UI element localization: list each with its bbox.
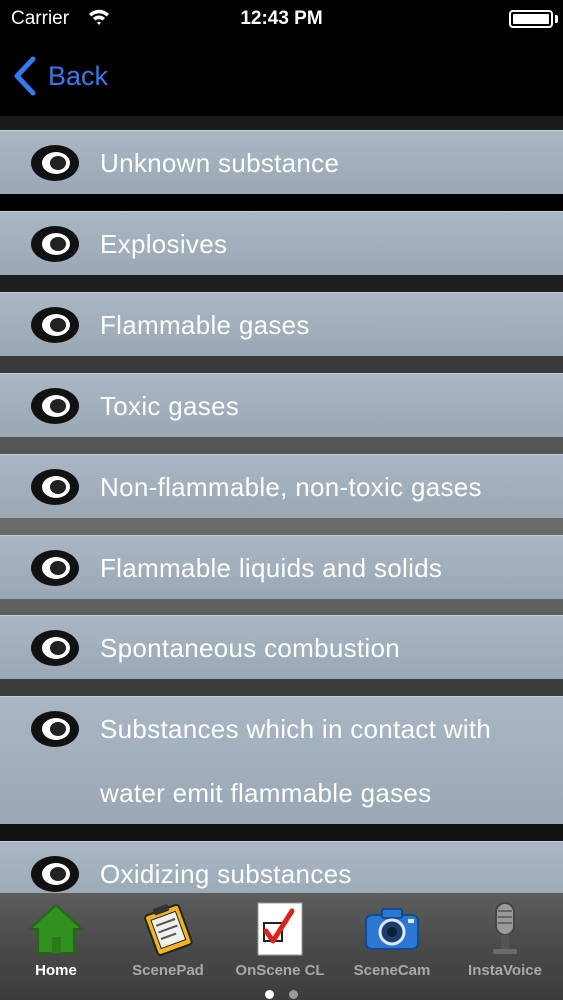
list-item-flammable-gases[interactable]: Flammable gases	[0, 292, 563, 356]
status-bar: Carrier 12:43 PM	[0, 0, 563, 40]
list-item-label: Flammable liquids and solids	[100, 553, 443, 583]
tab-label: InstaVoice	[468, 962, 542, 979]
list-separator	[0, 275, 563, 292]
eye-icon	[31, 307, 79, 343]
eye-icon	[31, 145, 79, 181]
eye-icon	[31, 856, 79, 892]
eye-icon	[31, 550, 79, 586]
list-item-label: Spontaneous combustion	[100, 633, 401, 663]
list-separator	[0, 824, 563, 841]
list-separator	[0, 437, 563, 454]
tab-label: ScenePad	[132, 962, 204, 979]
list-item-explosives[interactable]: Explosives	[0, 211, 563, 275]
eye-icon	[31, 388, 79, 424]
tab-label: SceneCam	[353, 962, 431, 979]
battery-tip	[555, 15, 558, 23]
camera-icon	[365, 908, 419, 950]
list-item-spontaneous-combustion[interactable]: Spontaneous combustion	[0, 615, 563, 679]
list-separator	[0, 194, 563, 211]
back-label: Back	[48, 60, 109, 91]
microphone-icon	[493, 902, 517, 954]
tab-scenepad[interactable]: ScenePad	[112, 893, 224, 983]
checklist-icon	[257, 902, 303, 956]
chevron-left-icon	[14, 56, 36, 96]
battery-icon	[509, 10, 553, 28]
tab-label: OnScene CL	[235, 962, 325, 979]
list-item-oxidizing-substances[interactable]: Oxidizing substances	[0, 841, 563, 893]
tab-label: Home	[35, 962, 77, 979]
status-time: 12:43 PM	[240, 8, 323, 29]
eye-icon	[31, 226, 79, 262]
eye-icon	[31, 711, 79, 747]
list-item-label: Flammable gases	[100, 310, 310, 340]
list-item-label: Non-flammable, non-toxic gases	[100, 472, 482, 502]
list-separator	[0, 518, 563, 535]
page-dot-active	[265, 990, 275, 999]
list-item-label: Substances which in contact with water e…	[100, 714, 492, 808]
house-icon	[28, 903, 84, 954]
list-item-flammable-liquids-and-solids[interactable]: Flammable liquids and solids	[0, 535, 563, 599]
tab-home[interactable]: Home	[0, 893, 112, 983]
list-item-label: Toxic gases	[100, 391, 240, 421]
eye-icon	[31, 469, 79, 505]
list-item-label: Oxidizing substances	[100, 859, 352, 889]
eye-icon	[31, 630, 79, 666]
back-button[interactable]: Back	[12, 54, 108, 98]
list-item-label: Unknown substance	[100, 148, 340, 178]
tab-instavoice[interactable]: InstaVoice	[449, 893, 561, 983]
list-separator	[0, 679, 563, 696]
page-indicator[interactable]	[0, 986, 563, 999]
tab-scenecam[interactable]: SceneCam	[336, 893, 448, 983]
list-separator	[0, 599, 563, 615]
list-separator	[0, 116, 563, 130]
page-dot	[288, 990, 298, 999]
hazard-list: Unknown substance Explosives Flammable g…	[0, 116, 563, 893]
list-item-toxic-gases[interactable]: Toxic gases	[0, 373, 563, 437]
notepad-icon	[144, 903, 193, 956]
tab-bar: Home ScenePad OnScene CL SceneCam InstaV…	[0, 893, 563, 1000]
list-item-unknown-substance[interactable]: Unknown substance	[0, 130, 563, 194]
list-separator	[0, 356, 563, 373]
tab-onscene-cl[interactable]: OnScene CL	[224, 893, 336, 983]
navigation-bar: Back	[0, 40, 563, 116]
list-item-water-reactive-substances[interactable]: Substances which in contact with water e…	[0, 696, 563, 824]
list-item-label: Explosives	[100, 229, 228, 259]
list-item-non-flammable-non-toxic-gases[interactable]: Non-flammable, non-toxic gases	[0, 454, 563, 518]
